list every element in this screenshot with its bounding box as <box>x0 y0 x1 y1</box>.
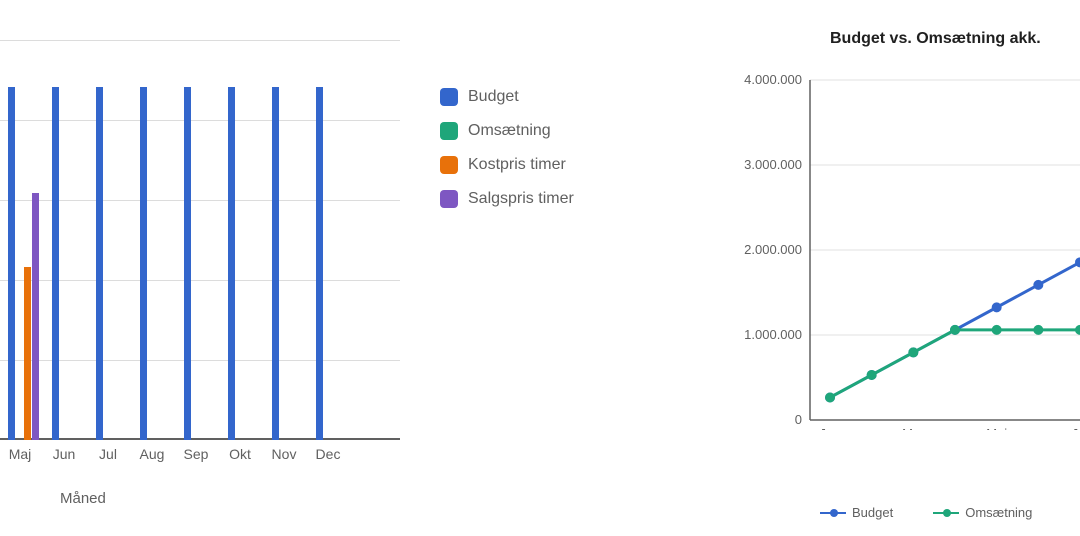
square-icon <box>440 190 458 208</box>
data-point <box>950 325 960 335</box>
square-icon <box>440 156 458 174</box>
legend-label: Omsætning <box>468 122 551 140</box>
x-tick-label: Maj <box>986 426 1007 430</box>
data-point <box>825 392 835 402</box>
data-point <box>1075 325 1080 335</box>
data-point <box>1033 325 1043 335</box>
x-tick-label: Maj <box>0 446 40 462</box>
line-marker-icon <box>820 512 846 514</box>
x-tick-label: Jan <box>820 426 841 430</box>
legend-label: Kostpris timer <box>468 156 566 174</box>
bar-budget <box>52 87 59 440</box>
bar-budget <box>96 87 103 440</box>
line-marker-icon <box>933 512 959 514</box>
legend-item-omsaetning: Omsætning <box>440 114 620 148</box>
legend-item-budget: Budget <box>440 80 620 114</box>
data-point <box>992 302 1002 312</box>
x-tick-label: Mar <box>902 426 925 430</box>
bar-x-ticks: MajJunJulAugSepOktNovDec <box>0 440 400 470</box>
data-point <box>867 370 877 380</box>
bar-budget <box>228 87 235 440</box>
bar-budget <box>316 87 323 440</box>
bar-budget <box>184 87 191 440</box>
series-line <box>830 330 1080 398</box>
y-tick-label: 0 <box>795 412 802 427</box>
bar-budget <box>272 87 279 440</box>
x-tick-label: Dec <box>308 446 348 462</box>
y-tick-label: 1.000.000 <box>744 327 802 342</box>
bar-budget <box>140 87 147 440</box>
y-tick-label: 4.000.000 <box>744 72 802 87</box>
bar-budget <box>8 87 15 440</box>
data-point <box>908 347 918 357</box>
line-legend: Budget Omsætning <box>820 505 1032 520</box>
data-point <box>1033 280 1043 290</box>
legend-item-salgspris: Salgspris timer <box>440 182 620 216</box>
data-point <box>992 325 1002 335</box>
legend-item-budget: Budget <box>820 505 893 520</box>
bar-x-axis-label: Måned <box>60 490 106 507</box>
cumulative-line-chart: Budget vs. Omsætning akk. 0 1.000.000 2.00… <box>700 0 1080 536</box>
legend-item-kostpris: Kostpris timer <box>440 148 620 182</box>
legend-label: Salgspris timer <box>468 190 574 208</box>
x-tick-label: Sep <box>176 446 216 462</box>
legend-label: Budget <box>468 88 519 106</box>
chart-title: Budget vs. Omsætning akk. <box>830 30 1041 48</box>
bar-salg <box>32 193 39 440</box>
x-tick-label: Okt <box>220 446 260 462</box>
y-tick-label: 2.000.000 <box>744 242 802 257</box>
bar-plot-area <box>0 40 400 440</box>
x-tick-label: Jul <box>1072 426 1080 430</box>
square-icon <box>440 88 458 106</box>
legend-label: Budget <box>852 505 893 520</box>
monthly-bar-chart: MajJunJulAugSepOktNovDec Måned <box>0 0 400 536</box>
legend-item-omsaetning: Omsætning <box>933 505 1032 520</box>
x-tick-label: Nov <box>264 446 304 462</box>
y-tick-label: 3.000.000 <box>744 157 802 172</box>
x-tick-label: Jun <box>44 446 84 462</box>
square-icon <box>440 122 458 140</box>
bar-kost <box>24 267 31 440</box>
line-plot-area: 0 1.000.000 2.000.000 3.000.000 4.000.000 Ja… <box>700 60 1080 430</box>
legend-label: Omsætning <box>965 505 1032 520</box>
x-tick-label: Aug <box>132 446 172 462</box>
bar-legend: Budget Omsætning Kostpris timer Salgspri… <box>440 80 620 216</box>
x-tick-label: Jul <box>88 446 128 462</box>
